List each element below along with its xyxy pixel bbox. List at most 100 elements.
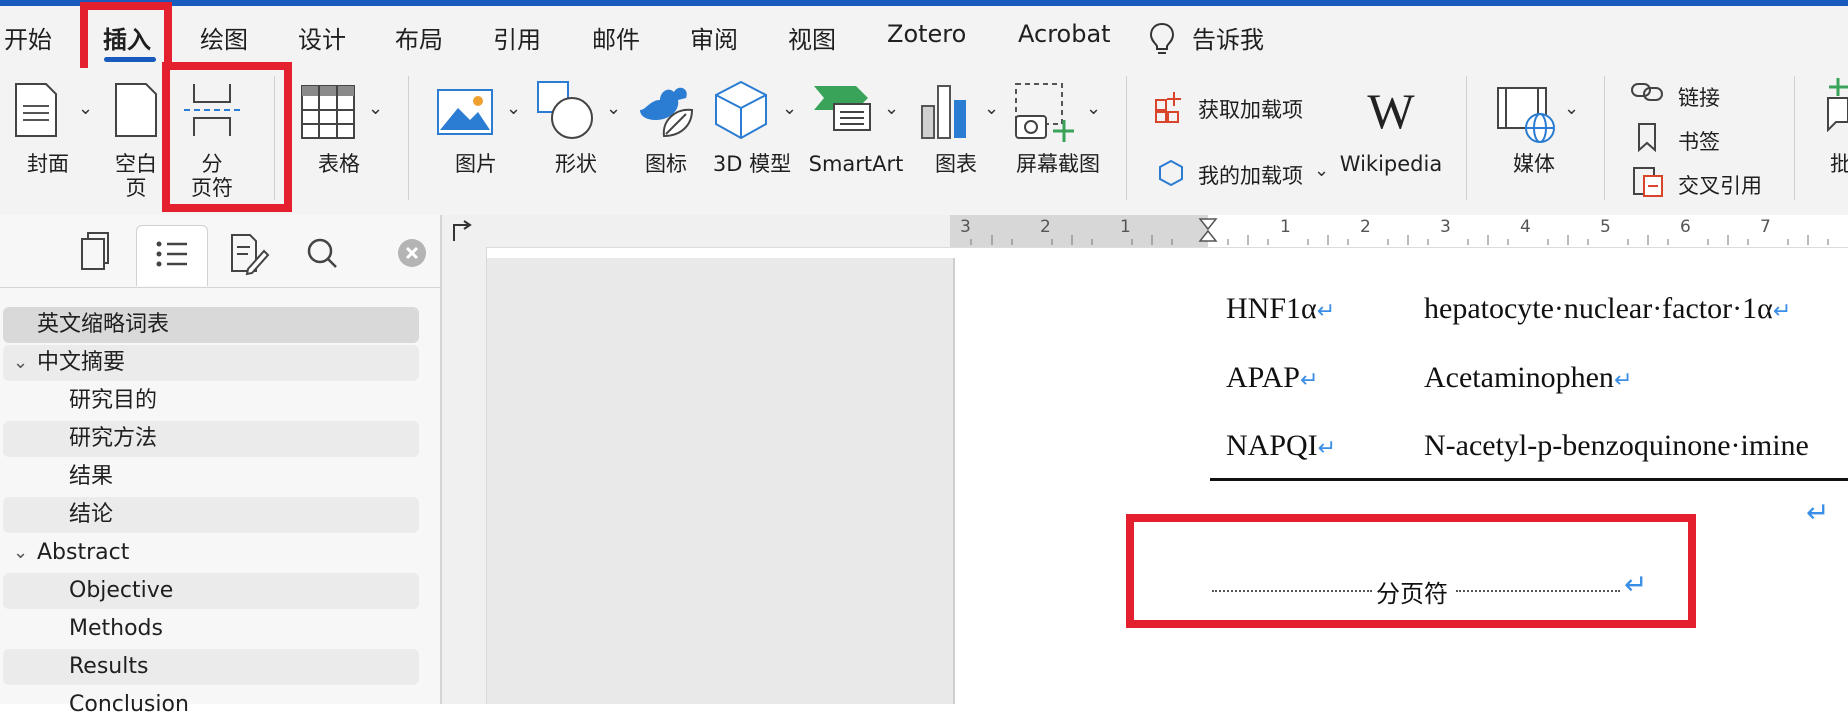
definition-cell[interactable]: N-acetyl-p-benzoquinone·imine (1424, 429, 1809, 463)
ruler-number: 1 (1280, 217, 1291, 237)
ruler-number: 3 (1440, 217, 1451, 237)
screenshot-label: 屏幕截图 (1016, 152, 1100, 176)
nav-heading-conclusion-cn[interactable]: 结论 (3, 497, 419, 533)
chart-dropdown-icon[interactable]: ⌄ (984, 98, 999, 119)
page-margin-area (487, 258, 955, 704)
tab-insert[interactable]: 插入 (103, 20, 151, 55)
bookmark-icon[interactable] (1636, 122, 1658, 152)
table-dropdown-icon[interactable]: ⌄ (368, 98, 383, 119)
nav-heading-abbreviations[interactable]: 英文缩略词表 (3, 307, 419, 343)
outline-tab[interactable] (136, 225, 208, 286)
pictures-icon[interactable] (436, 88, 494, 136)
comment-icon[interactable] (1822, 78, 1848, 132)
screenshot-icon[interactable] (1014, 82, 1074, 144)
nav-heading-objective[interactable]: Objective (3, 573, 419, 609)
tab-zotero[interactable]: Zotero (887, 20, 966, 48)
chevron-down-icon[interactable]: ⌄ (13, 345, 28, 381)
definition-cell[interactable]: Acetaminophen↵ (1424, 361, 1632, 395)
media-dropdown-icon[interactable]: ⌄ (1564, 98, 1579, 119)
tab-review[interactable]: 审阅 (690, 20, 738, 55)
chevron-down-icon[interactable]: ⌄ (13, 535, 28, 571)
table-icon[interactable] (300, 84, 356, 140)
search-tab[interactable] (288, 225, 358, 285)
ribbon-separator (408, 76, 409, 200)
tab-acrobat[interactable]: Acrobat (1018, 20, 1111, 48)
ruler-number: 7 (1760, 217, 1771, 237)
get-addins-icon[interactable] (1154, 90, 1186, 124)
nav-item-label: Conclusion (69, 692, 189, 717)
comment-label-partial: 批 (1830, 152, 1848, 176)
ruler-number: 2 (1040, 217, 1051, 237)
thumbnails-tab[interactable] (60, 225, 130, 285)
nav-item-label: Abstract (37, 540, 130, 565)
nav-heading-methods[interactable]: Methods (3, 611, 419, 647)
3d-model-dropdown-icon[interactable]: ⌄ (782, 98, 797, 119)
cross-reference-icon[interactable] (1632, 166, 1664, 198)
icons-icon[interactable] (636, 80, 696, 140)
horizontal-ruler[interactable]: 3 2 1 1 2 3 4 5 6 7 (442, 215, 1848, 248)
screenshot-dropdown-icon[interactable]: ⌄ (1086, 98, 1101, 119)
tab-design[interactable]: 设计 (298, 20, 346, 55)
shapes-icon[interactable] (536, 80, 596, 140)
reviewing-tab[interactable] (212, 225, 282, 285)
ruler-number: 4 (1520, 217, 1531, 237)
smartart-icon[interactable] (812, 84, 874, 134)
abbreviation-cell[interactable]: NAPQI↵ (1226, 429, 1336, 463)
close-icon[interactable] (398, 239, 426, 267)
my-addins-icon[interactable] (1156, 158, 1186, 188)
ruler-scale (950, 215, 1848, 247)
paragraph-mark-icon: ↵ (1299, 368, 1319, 393)
tab-layout[interactable]: 布局 (395, 20, 443, 55)
3d-model-icon[interactable] (714, 80, 768, 140)
pictures-dropdown-icon[interactable]: ⌄ (506, 98, 521, 119)
page-break-marker[interactable]: 分页符 (1376, 574, 1448, 609)
my-addins-label[interactable]: 我的加载项 (1198, 160, 1303, 190)
cover-dropdown-icon[interactable]: ⌄ (78, 98, 93, 119)
cover-page-icon[interactable] (14, 82, 58, 138)
cover-label: 封面 (27, 152, 69, 176)
tab-mailings[interactable]: 邮件 (592, 20, 640, 55)
tab-references[interactable]: 引用 (493, 20, 541, 55)
paragraph-mark-icon: ↵ (1624, 568, 1648, 601)
nav-item-label: 研究目的 (69, 388, 158, 413)
shapes-dropdown-icon[interactable]: ⌄ (606, 98, 621, 119)
3d-model-label: 3D 模型 (712, 152, 792, 176)
ruler-number: 3 (960, 217, 971, 237)
navigation-pane-tabs (0, 215, 440, 288)
nav-item-label: Objective (69, 578, 174, 603)
tab-draw[interactable]: 绘图 (200, 20, 248, 55)
get-addins-label[interactable]: 获取加载项 (1198, 94, 1303, 124)
my-addins-dropdown-icon[interactable]: ⌄ (1314, 160, 1329, 181)
vertical-ruler (442, 247, 487, 704)
nav-heading-results-cn[interactable]: 结果 (3, 459, 419, 495)
abbreviation-cell[interactable]: APAP↵ (1226, 361, 1318, 395)
nav-item-label: 结果 (69, 464, 114, 489)
blank-page-icon[interactable] (114, 82, 158, 138)
search-icon (307, 238, 337, 268)
tab-tell-me[interactable]: 告诉我 (1192, 20, 1264, 55)
definition-cell[interactable]: hepatocyte·nuclear·factor·1α↵ (1424, 292, 1791, 326)
ribbon-separator (1126, 76, 1127, 200)
tab-home[interactable]: 开始 (4, 20, 52, 55)
nav-heading-research-methods[interactable]: 研究方法 (3, 421, 419, 457)
smartart-dropdown-icon[interactable]: ⌄ (884, 98, 899, 119)
link-icon[interactable] (1630, 80, 1664, 104)
media-icon[interactable] (1496, 86, 1556, 144)
nav-heading-abstract[interactable]: ⌄ Abstract (3, 535, 419, 571)
chart-icon[interactable] (918, 82, 972, 140)
nav-heading-results[interactable]: Results (3, 649, 419, 685)
wikipedia-logo-icon[interactable]: W (1356, 84, 1426, 138)
nav-heading-conclusion[interactable]: Conclusion (3, 687, 419, 723)
cross-reference-label[interactable]: 交叉引用 (1678, 170, 1762, 200)
tab-view[interactable]: 视图 (788, 20, 836, 55)
paragraph-mark-icon: ↵ (1317, 436, 1337, 461)
tab-stop-selector-icon[interactable] (450, 219, 476, 243)
nav-heading-chinese-abstract[interactable]: ⌄ 中文摘要 (3, 345, 419, 381)
bookmark-label[interactable]: 书签 (1678, 126, 1720, 156)
link-label[interactable]: 链接 (1678, 82, 1720, 112)
abbreviation-cell[interactable]: HNF1α↵ (1226, 292, 1335, 326)
page-break-icon[interactable] (182, 82, 242, 138)
nav-heading-research-purpose[interactable]: 研究目的 (3, 383, 419, 419)
page-break-dotted-line (1456, 590, 1620, 592)
ribbon-separator (1466, 76, 1467, 200)
